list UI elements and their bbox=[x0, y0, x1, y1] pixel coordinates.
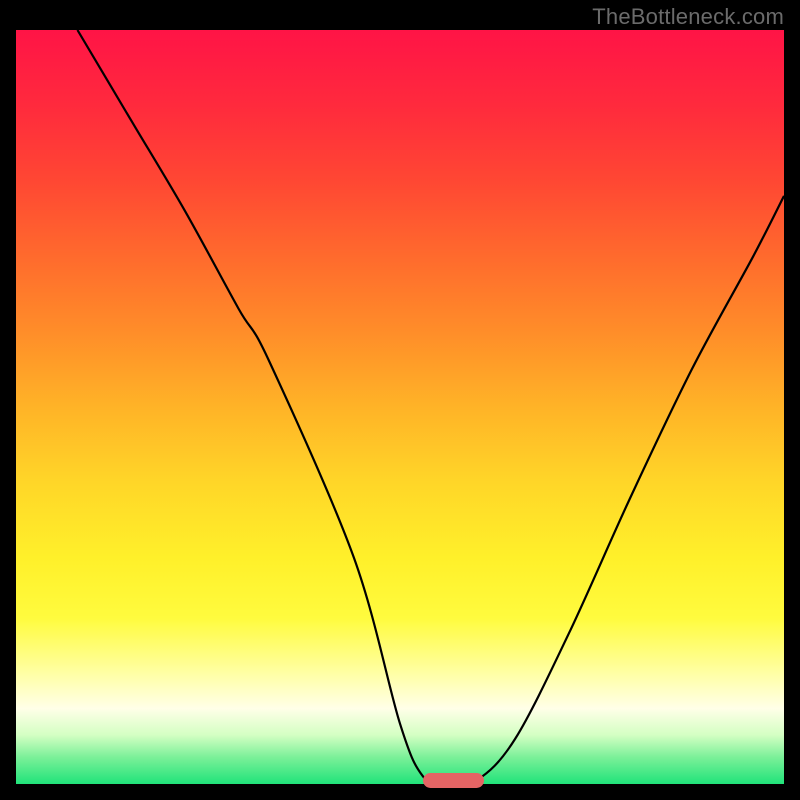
chart-frame bbox=[16, 30, 784, 784]
watermark-text: TheBottleneck.com bbox=[592, 4, 784, 30]
chart-background bbox=[16, 30, 784, 784]
optimal-range-marker bbox=[423, 773, 484, 788]
bottleneck-chart bbox=[16, 30, 784, 784]
